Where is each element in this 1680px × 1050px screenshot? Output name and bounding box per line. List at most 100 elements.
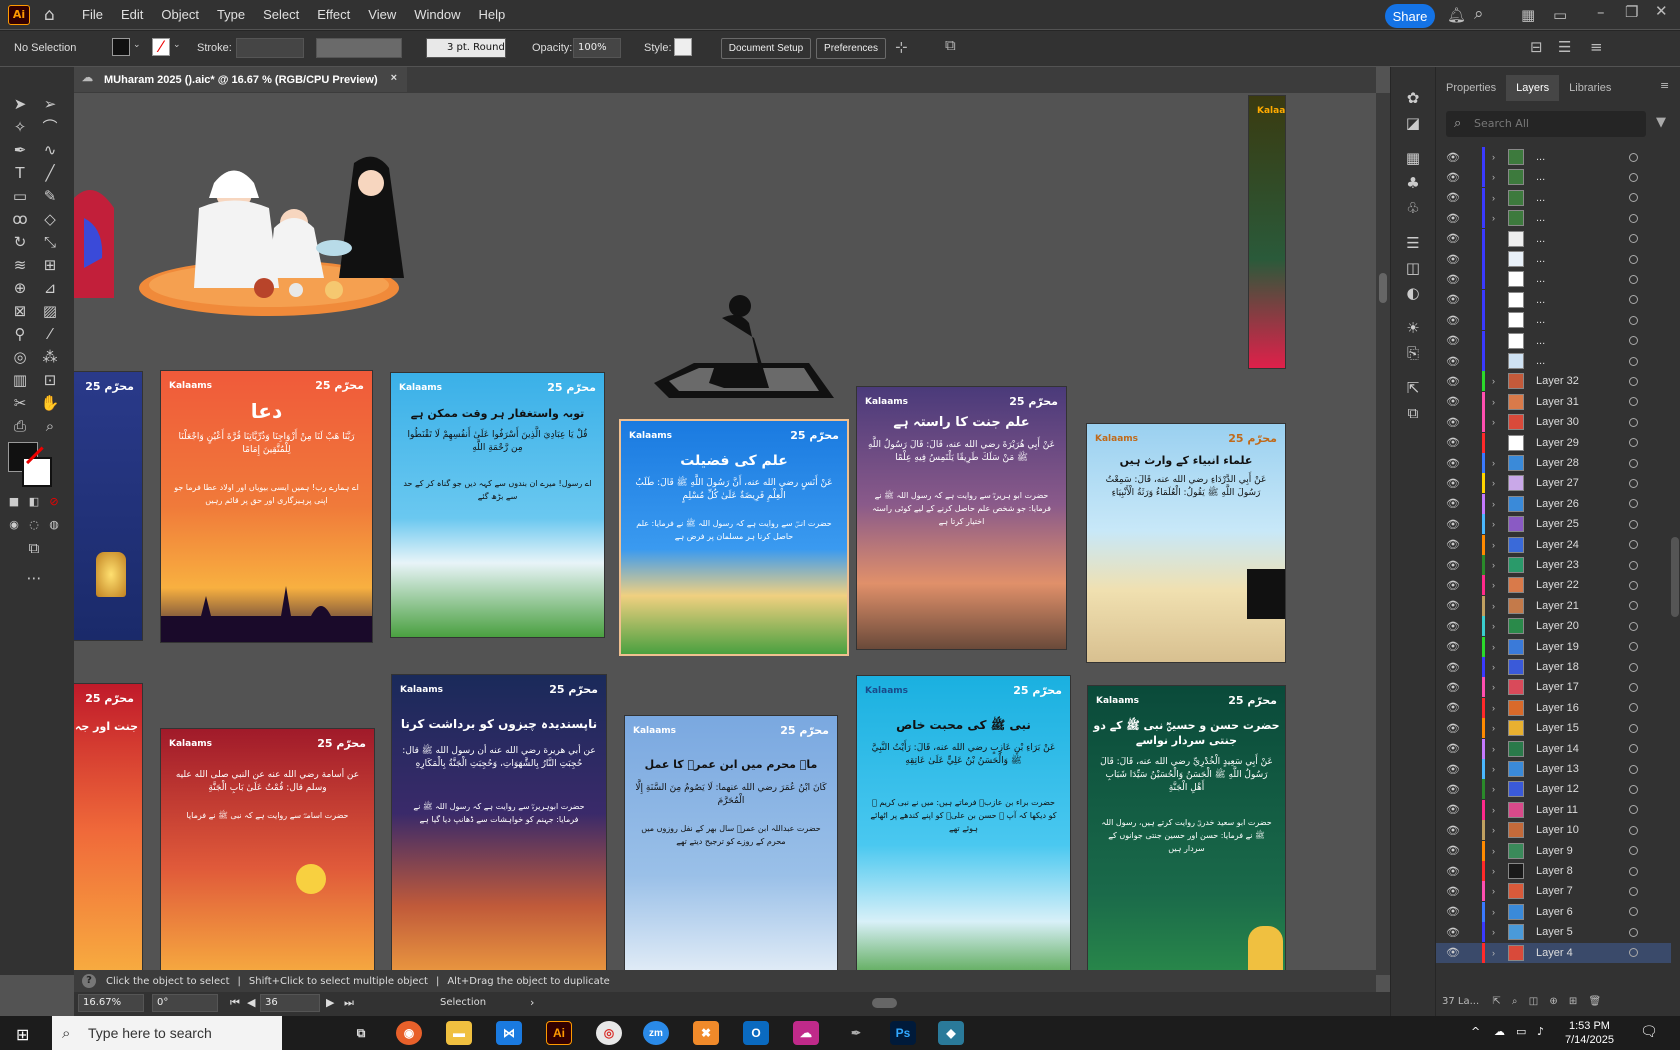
visibility-eye-icon[interactable]: 👁︎ — [1446, 191, 1460, 204]
layer-row[interactable]: 👁︎ › Layer 27 — [1436, 473, 1671, 494]
notification-icon[interactable]: 🗨︎ — [1640, 1024, 1658, 1040]
expand-arrow-icon[interactable]: › — [1492, 560, 1495, 570]
target-icon[interactable] — [1629, 825, 1638, 835]
variable-width-profile[interactable] — [316, 38, 402, 58]
new-sublayer-icon[interactable]: ⊕ — [1549, 996, 1557, 1007]
layer-row[interactable]: 👁︎ › Layer 16 — [1436, 697, 1671, 718]
layer-name[interactable]: ... — [1536, 151, 1545, 163]
chevron-down-icon[interactable]: ⌄ — [133, 40, 141, 50]
chrome-icon[interactable]: ◎ — [596, 1021, 622, 1045]
magic-wand-icon[interactable]: ✧ — [8, 116, 32, 138]
layer-name[interactable]: Layer 16 — [1536, 702, 1579, 714]
tray-chevron-icon[interactable]: ^ — [1471, 1025, 1480, 1038]
bell-icon[interactable]: 🔔︎ — [1447, 6, 1466, 24]
visibility-eye-icon[interactable]: 👁︎ — [1446, 824, 1460, 837]
target-icon[interactable] — [1629, 234, 1638, 244]
menu-window[interactable]: Window — [414, 7, 460, 22]
onedrive-icon[interactable]: ☁ — [1494, 1025, 1505, 1038]
type-tool-icon[interactable]: T — [8, 162, 32, 184]
visibility-eye-icon[interactable]: 👁︎ — [1446, 640, 1460, 653]
layer-name[interactable]: Layer 25 — [1536, 518, 1579, 530]
visibility-eye-icon[interactable]: 👁︎ — [1446, 416, 1460, 429]
expand-arrow-icon[interactable]: › — [1492, 784, 1495, 794]
visibility-eye-icon[interactable]: 👁︎ — [1446, 926, 1460, 939]
firefox-icon[interactable]: ◉ — [396, 1021, 422, 1045]
home-icon[interactable]: ⌂ — [44, 6, 64, 24]
taskbar-clock[interactable]: 1:53 PM 7/14/2025 — [1565, 1019, 1614, 1047]
layer-row[interactable]: 👁︎ › Layer 13 — [1436, 759, 1671, 779]
layer-name[interactable]: ... — [1536, 314, 1545, 326]
style-swatch[interactable] — [674, 38, 692, 56]
rotation-select[interactable]: 0° — [152, 994, 218, 1012]
tab-properties[interactable]: Properties — [1436, 75, 1506, 101]
layer-name[interactable]: Layer 13 — [1536, 763, 1579, 775]
layer-name[interactable]: Layer 23 — [1536, 559, 1579, 571]
visibility-eye-icon[interactable]: 👁︎ — [1446, 273, 1460, 286]
close-window-icon[interactable]: ✕ — [1655, 2, 1668, 20]
layer-name[interactable]: ... — [1536, 273, 1545, 285]
brushes-icon[interactable]: ✿ — [1401, 87, 1425, 109]
layer-row[interactable]: 👁︎... — [1436, 269, 1671, 290]
target-icon[interactable] — [1629, 580, 1638, 590]
layer-row[interactable]: 👁︎ › Layer 18 — [1436, 657, 1671, 677]
layer-search-input[interactable]: Search All — [1446, 111, 1646, 137]
task-view-icon[interactable]: ⧉ — [348, 1021, 374, 1045]
eyedropper-icon[interactable]: ⚲ — [8, 323, 32, 345]
lasso-icon[interactable]: ⌒ — [38, 116, 62, 138]
visibility-eye-icon[interactable]: 👁︎ — [1446, 375, 1460, 388]
expand-arrow-icon[interactable]: › — [1492, 927, 1495, 937]
layer-row[interactable]: 👁︎ › Layer 30 — [1436, 412, 1671, 433]
expand-arrow-icon[interactable]: › — [1492, 417, 1495, 427]
layer-row[interactable]: 👁︎... — [1436, 330, 1671, 351]
poster-anbiya[interactable]: Kalaams محرّم 25 علماء انبیاء کے وارث ہی… — [1086, 423, 1286, 663]
visibility-eye-icon[interactable]: 👁︎ — [1446, 314, 1460, 327]
mesh-icon[interactable]: ⊠ — [8, 300, 32, 322]
visibility-eye-icon[interactable]: 👁︎ — [1446, 171, 1460, 184]
align-icon[interactable]: ⊹ — [895, 38, 908, 56]
artboard-number[interactable]: 36 — [260, 994, 320, 1012]
target-icon[interactable] — [1629, 642, 1638, 652]
target-icon[interactable] — [1629, 499, 1638, 509]
gradient-icon[interactable]: ▨ — [38, 300, 62, 322]
visibility-eye-icon[interactable]: 👁︎ — [1446, 436, 1460, 449]
layers-scrollbar[interactable] — [1671, 537, 1679, 617]
volume-icon[interactable]: ♪ — [1537, 1025, 1544, 1038]
menu-file[interactable]: File — [82, 7, 103, 22]
layer-name[interactable]: Layer 26 — [1536, 498, 1579, 510]
layer-row[interactable]: 👁︎ › Layer 6 — [1436, 901, 1671, 922]
layer-name[interactable]: Layer 32 — [1536, 375, 1579, 387]
scroll-thumb[interactable] — [1379, 273, 1387, 303]
properties-toggle-icon[interactable]: ☰ — [1558, 38, 1571, 56]
menu-select[interactable]: Select — [263, 7, 299, 22]
locate-object-icon[interactable]: ⌕ — [1512, 996, 1518, 1007]
collect-export-icon[interactable]: ⇱ — [1492, 996, 1500, 1007]
poster-ilm[interactable]: Kalaams محرّم 25 علم کی فضیلت عَنْ أَنَس… — [619, 419, 849, 656]
poster-tawba[interactable]: Kalaams محرّم 25 توبہ واستغفار ہر وقت مم… — [390, 372, 605, 638]
paintbrush-icon[interactable]: ✎ — [38, 185, 62, 207]
expand-arrow-icon[interactable]: › — [1492, 621, 1495, 631]
target-icon[interactable] — [1629, 866, 1638, 876]
layer-row[interactable]: 👁︎... — [1436, 228, 1671, 249]
layer-row[interactable]: 👁︎... — [1436, 289, 1671, 310]
visibility-eye-icon[interactable]: 👁︎ — [1446, 742, 1460, 755]
target-icon[interactable] — [1629, 336, 1638, 346]
poster-dua[interactable]: Kalaams محرّم 25 دعا رَبَّنَا هَبْ لَنَا… — [160, 370, 373, 643]
direct-selection-tool-icon[interactable]: ➢ — [38, 93, 62, 115]
target-icon[interactable] — [1629, 213, 1638, 223]
visibility-eye-icon[interactable]: 👁︎ — [1446, 497, 1460, 510]
artboard-tool-icon[interactable]: ⊡ — [38, 369, 62, 391]
layer-name[interactable]: Layer 21 — [1536, 600, 1579, 612]
slice-icon[interactable]: ✂ — [8, 392, 32, 414]
expand-arrow-icon[interactable]: › — [1492, 458, 1495, 468]
expand-arrow-icon[interactable]: › — [1492, 662, 1495, 672]
expand-arrow-icon[interactable]: › — [1492, 580, 1495, 590]
taskbar-search[interactable]: Type here to search — [52, 1016, 282, 1050]
layer-name[interactable]: ... — [1536, 294, 1545, 306]
target-icon[interactable] — [1629, 274, 1638, 284]
warp-icon[interactable]: ≋ — [8, 254, 32, 276]
delete-layer-icon[interactable]: 🗑︎ — [1589, 996, 1602, 1007]
poster-jannat[interactable]: Kalaams محرّم 25 علم جنت کا راستہ ہے عَن… — [856, 386, 1067, 650]
expand-arrow-icon[interactable]: › — [1492, 948, 1495, 958]
layer-row[interactable]: 👁︎ › Layer 9 — [1436, 840, 1671, 861]
layer-name[interactable]: Layer 18 — [1536, 661, 1579, 673]
